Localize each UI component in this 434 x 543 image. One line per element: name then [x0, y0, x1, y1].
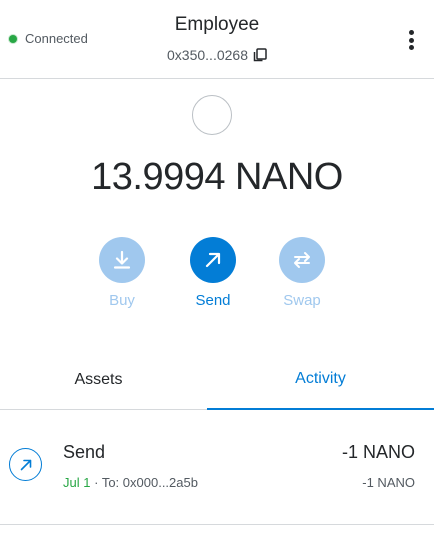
- transaction-date: Jul 1: [63, 475, 91, 490]
- menu-dot: [408, 37, 414, 43]
- meta-separator: ·: [94, 475, 99, 490]
- swap-label: Swap: [283, 292, 321, 309]
- swap-button[interactable]: Swap: [267, 237, 337, 309]
- download-icon: [99, 237, 145, 283]
- transaction-title: Send: [63, 442, 106, 462]
- menu-dot: [408, 45, 414, 50]
- menu-dot: [408, 30, 414, 35]
- copy-icon[interactable]: [253, 48, 267, 62]
- asset-activity-tabs: Assets Activity: [0, 350, 434, 410]
- account-options-icon[interactable]: [403, 28, 419, 52]
- transaction-amount-secondary: -1 NANO: [362, 475, 415, 490]
- app-header: Connected Employee 0x350...0268: [0, 0, 434, 79]
- account-name[interactable]: Employee: [0, 14, 434, 36]
- send-transaction-icon: [9, 448, 42, 481]
- send-button[interactable]: Send: [178, 237, 248, 309]
- account-address-text: 0x350...0268: [167, 47, 248, 63]
- arrow-up-right-icon: [190, 237, 236, 283]
- tab-assets[interactable]: Assets: [0, 350, 197, 409]
- transaction-amount: -1 NANO: [341, 442, 415, 462]
- balance-amount: 13.9994 NANO: [91, 156, 343, 198]
- activity-list-item[interactable]: Send Jul 1 · To: 0x000...2a5b -1 NANO -1…: [0, 424, 434, 525]
- swap-arrows-icon: [279, 237, 325, 283]
- transaction-recipient: To: 0x000...2a5b: [101, 475, 198, 490]
- account-address[interactable]: 0x350...0268: [0, 47, 434, 63]
- buy-button[interactable]: Buy: [87, 237, 157, 309]
- send-label: Send: [195, 292, 231, 309]
- transaction-meta: Jul 1 · To: 0x000...2a5b: [63, 475, 198, 490]
- token-avatar: [192, 95, 232, 135]
- buy-label: Buy: [109, 292, 135, 309]
- tab-activity[interactable]: Activity: [207, 350, 434, 410]
